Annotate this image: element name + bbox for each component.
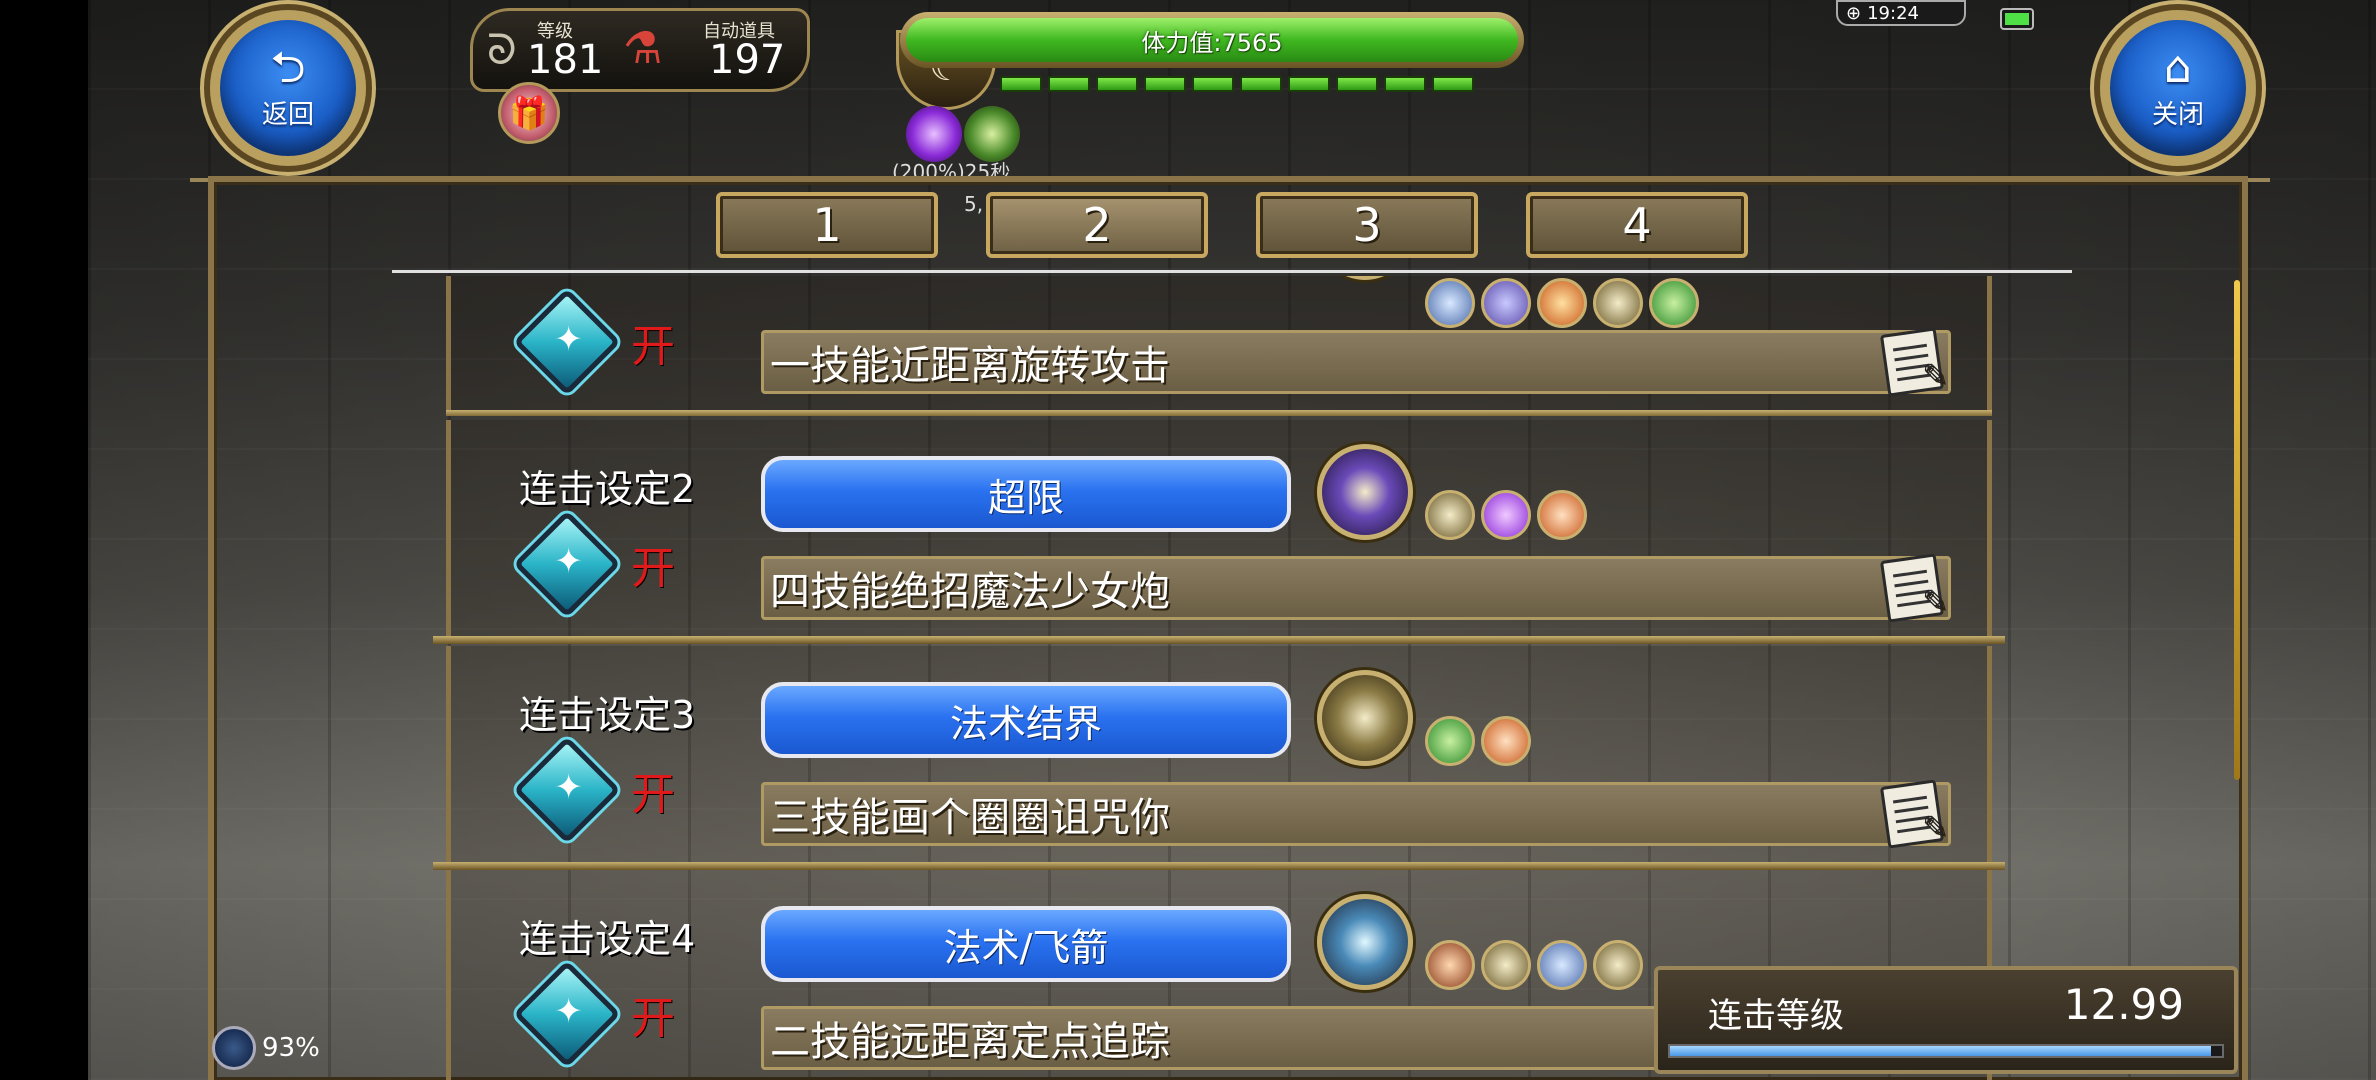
stamina-bar: 体力值:7565 [900, 12, 1524, 68]
combo-description[interactable]: 三技能画个圈圈诅咒你 [761, 779, 1951, 849]
skill-step-icon [1425, 490, 1475, 540]
auto-item-value: 197 [709, 37, 786, 83]
combo-level-value: 12.99 [2063, 980, 2184, 1029]
stamina-pip [1336, 76, 1378, 92]
skill-step-icon [1593, 278, 1643, 328]
skill-icon[interactable] [1317, 670, 1413, 766]
clock-icon: ⊕ [1846, 2, 1862, 24]
toggle-gem-icon[interactable] [513, 510, 621, 618]
stamina-pip [1288, 76, 1330, 92]
row-divider [433, 862, 2005, 870]
combo-description[interactable]: 一技能近距离旋转攻击 [761, 327, 1951, 397]
combo-description[interactable]: 四技能绝招魔法少女炮 [761, 553, 1951, 623]
skill-button[interactable]: 超限 [761, 456, 1291, 532]
clock: ⊕ 19:24 [1836, 0, 1966, 26]
close-button[interactable]: ⌂ 关闭 [2100, 10, 2256, 166]
combo-description-text: 一技能近距离旋转攻击 [770, 343, 1170, 389]
skill-step-icon [1481, 490, 1531, 540]
stamina-pips [1000, 76, 1474, 92]
stamina-pip [1432, 76, 1474, 92]
stamina-pip [1096, 76, 1138, 92]
skill-step-icon [1537, 490, 1587, 540]
back-arrow-icon: ⮌ [270, 41, 306, 93]
back-button[interactable]: ⮌ 返回 [210, 10, 366, 166]
toggle-status[interactable]: 开 [631, 758, 675, 822]
combo-description-text: 三技能画个圈圈诅咒你 [770, 795, 1170, 841]
combo-setting-label: 连击设定2 [519, 467, 696, 511]
skill-step-icon [1649, 278, 1699, 328]
skill-step-icon [1481, 716, 1531, 766]
skill-button[interactable]: 法术结界 [761, 682, 1291, 758]
toggle-status[interactable]: 开 [631, 982, 675, 1046]
tab-2[interactable]: 2 [986, 192, 1208, 258]
skill-step-icon [1425, 940, 1475, 990]
toggle-status[interactable]: 开 [631, 310, 675, 374]
combo-row-2: 连击设定2 超限 开 四技能绝招魔法少女炮 [433, 420, 2005, 644]
clock-time: 19:24 [1867, 2, 1919, 24]
stamina-pip [1384, 76, 1426, 92]
row-divider [433, 636, 2005, 644]
combo-level-box: 连击等级 12.99 [1654, 966, 2238, 1074]
skill-step-icon [1593, 940, 1643, 990]
wind-buff-icon [964, 106, 1020, 162]
skill-step-icon [1537, 940, 1587, 990]
level-value: 181 [527, 37, 604, 83]
skill-step-icon [1481, 278, 1531, 328]
player-stats: ᘐ 等级 181 ⚗ 自动道具 197 [470, 8, 810, 92]
combo-level-progress-fill [1670, 1046, 2211, 1056]
toggle-gem-icon[interactable] [513, 288, 621, 396]
stamina-pip [1240, 76, 1282, 92]
edit-note-icon[interactable] [1879, 553, 1945, 623]
back-label: 返回 [261, 99, 314, 130]
skill-icon[interactable] [1317, 894, 1413, 990]
close-label: 关闭 [2151, 99, 2204, 130]
combo-level-progress [1668, 1044, 2224, 1058]
stamina-pip [1048, 76, 1090, 92]
toggle-status[interactable]: 开 [631, 532, 675, 596]
magic-gem-buff-icon [906, 106, 962, 162]
stamina-pip [1000, 76, 1042, 92]
skill-step-icon [1425, 278, 1475, 328]
potion-icon: ⚗ [623, 23, 663, 74]
skill-step-icon [1537, 278, 1587, 328]
edit-note-icon[interactable] [1879, 327, 1945, 397]
home-icon: ⌂ [2164, 41, 2192, 93]
toggle-gem-icon[interactable] [513, 736, 621, 844]
combo-description-text: 四技能绝招魔法少女炮 [770, 569, 1170, 615]
gift-icon[interactable]: 🎁 [498, 82, 560, 144]
skill-step-icon [1425, 716, 1475, 766]
combo-setting-label: 连击设定4 [519, 917, 696, 961]
stamina-pip [1144, 76, 1186, 92]
skill-icon[interactable] [1317, 444, 1413, 540]
level-icon: ᘐ [487, 25, 517, 74]
tab-3[interactable]: 3 [1256, 192, 1478, 258]
skill-button[interactable]: 法术/飞箭 [761, 906, 1291, 982]
combo-description-text: 二技能远距离定点追踪 [770, 1019, 1170, 1065]
stamina-label: 体力值:7565 [906, 18, 1518, 62]
combo-level-label: 连击等级 [1708, 996, 1844, 1036]
bottom-status: 93% [212, 1026, 320, 1070]
tab-1[interactable]: 1 [716, 192, 938, 258]
skill-step-icon [1481, 940, 1531, 990]
edit-note-icon[interactable] [1879, 779, 1945, 849]
tab-4[interactable]: 4 [1526, 192, 1748, 258]
combo-row-3: 连击设定3 法术结界 开 三技能画个圈圈诅咒你 [433, 646, 2005, 870]
scrollbar[interactable] [2234, 280, 2240, 780]
tab-divider [392, 270, 2072, 273]
stamina-pip [1192, 76, 1234, 92]
compass-icon [212, 1026, 256, 1070]
battery-icon [2000, 8, 2034, 30]
toggle-gem-icon[interactable] [513, 960, 621, 1068]
combo-setting-label: 连击设定3 [519, 693, 696, 737]
bottom-percent: 93% [262, 1033, 320, 1063]
